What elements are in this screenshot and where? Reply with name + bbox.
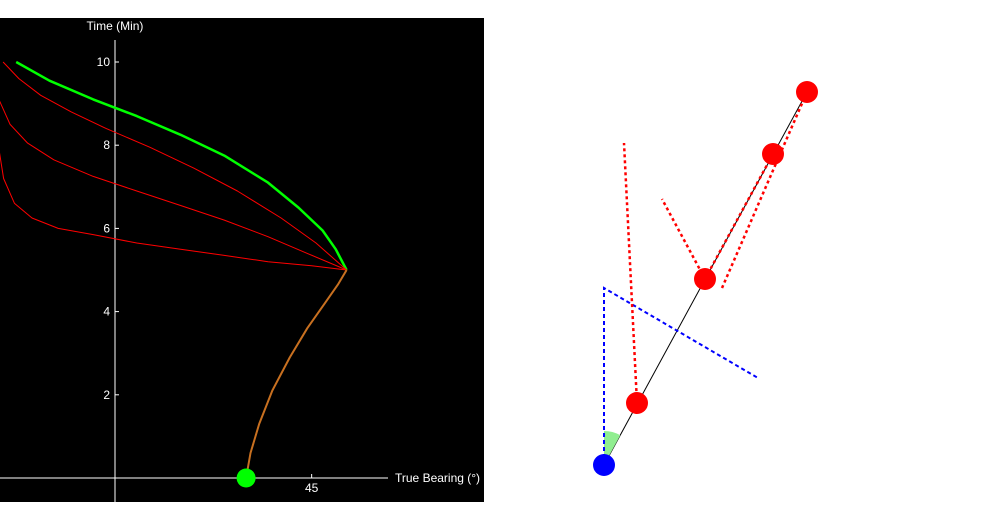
tick-labels: 2 4 6 8 10 45 [97, 55, 319, 495]
curves [0, 60, 348, 488]
target-position-4 [796, 81, 818, 103]
bearing-time-plot: 2 4 6 8 10 45 Time (Min) True Bearing (°) [0, 18, 484, 502]
sight-line-4 [720, 91, 809, 289]
y-tick-label: 10 [97, 55, 111, 69]
alt-curve-1 [2, 61, 347, 271]
sight-line-1 [622, 142, 639, 404]
past-track-curve [245, 269, 348, 479]
target-position-3 [762, 143, 784, 165]
target-position-1 [626, 392, 648, 414]
observer-position [593, 454, 615, 476]
y-tick-label: 8 [103, 138, 110, 152]
y-axis-label: Time (Min) [87, 19, 144, 33]
sight-line-2 [660, 198, 707, 280]
geometry-diagram [593, 81, 818, 476]
plot-canvas: 2 4 6 8 10 45 Time (Min) True Bearing (°) [0, 19, 480, 502]
y-tick-label: 4 [103, 305, 110, 319]
y-tick-label: 2 [103, 388, 110, 402]
reference-bearing-lines [603, 286, 759, 465]
main-curve [15, 60, 348, 271]
y-tick-label: 6 [103, 221, 110, 235]
start-marker [236, 468, 256, 488]
axes [0, 40, 388, 502]
alt-curve-2 [0, 100, 347, 271]
x-tick-label: 45 [305, 481, 319, 495]
x-axis-label: True Bearing (°) [395, 471, 480, 485]
target-position-2 [694, 268, 716, 290]
